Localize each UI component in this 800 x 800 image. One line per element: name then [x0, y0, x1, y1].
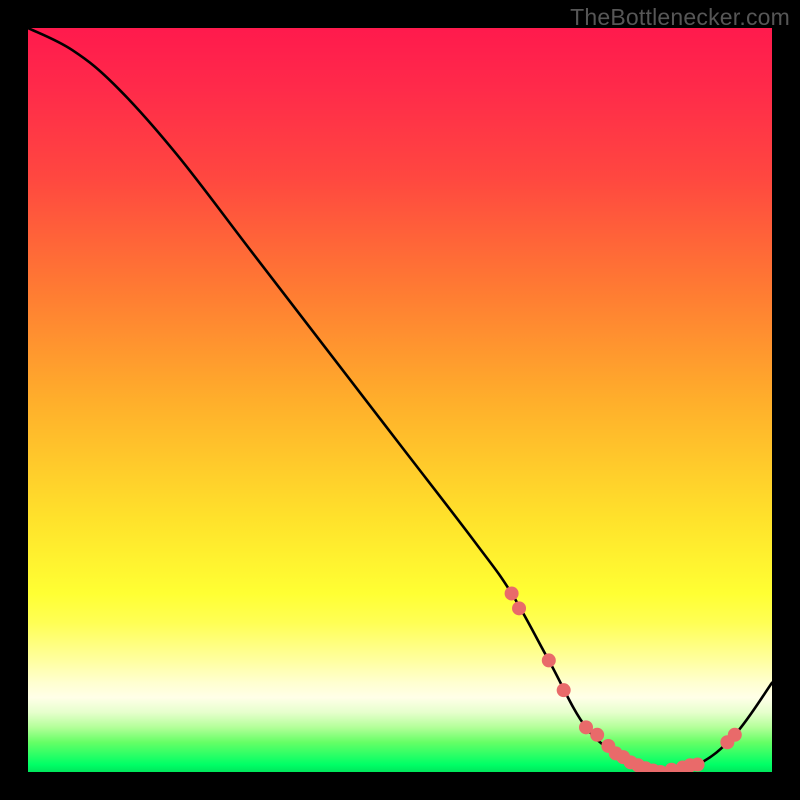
plot-area — [28, 28, 772, 772]
chart-frame: TheBottlenecker.com — [0, 0, 800, 800]
gradient-background — [28, 28, 772, 772]
watermark-text: TheBottlenecker.com — [570, 4, 790, 31]
